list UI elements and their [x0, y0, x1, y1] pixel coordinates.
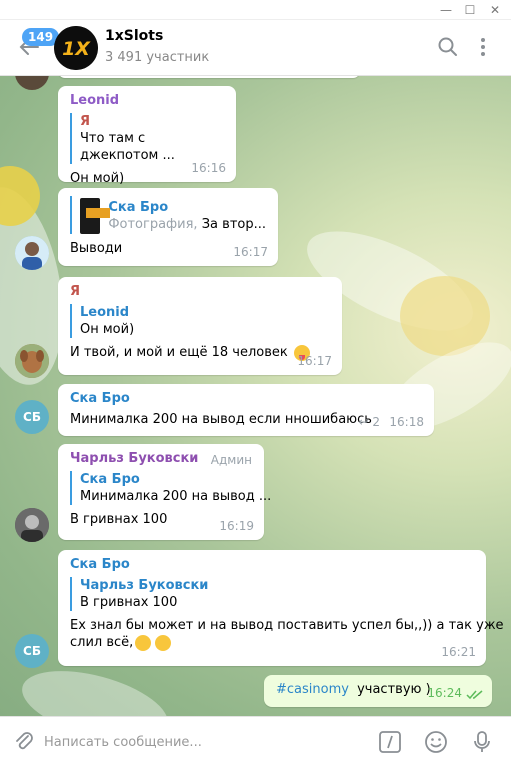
- message-sender[interactable]: Я: [70, 283, 330, 300]
- message-bubble[interactable]: Чарльз Буковски Админ Ска Бро Минималка …: [58, 444, 272, 540]
- person-avatar-icon: [15, 236, 49, 270]
- user-avatar[interactable]: [15, 508, 49, 542]
- reply-quote[interactable]: Leonid Он мой): [70, 304, 330, 338]
- reply-quote[interactable]: Чарльз Буковски В гривнах 100: [70, 577, 474, 611]
- channel-title[interactable]: 1xSlots: [105, 28, 163, 44]
- message-bubble[interactable]: Ска Бро Чарльз Буковски В гривнах 100 Ех…: [58, 550, 504, 666]
- outgoing-message-bubble[interactable]: #casinomy участвую ) 16:24: [264, 675, 492, 707]
- message-time: 16:17: [297, 354, 332, 368]
- chat-history[interactable]: Leonid Я Что там с джекпотом ... Он мой)…: [0, 76, 511, 716]
- message-bubble[interactable]: Leonid Я Что там с джекпотом ... Он мой)…: [58, 86, 236, 186]
- message-sender[interactable]: Leonid: [70, 92, 224, 109]
- user-avatar[interactable]: СБ: [15, 400, 49, 434]
- message-time: 16:24: [427, 686, 462, 700]
- message-text-line: слил всё,: [70, 635, 134, 650]
- reply-author: Ска Бро: [80, 472, 140, 487]
- sweat-smile-emoji-icon: [155, 634, 172, 651]
- message-sender[interactable]: Ска Бро: [70, 556, 474, 573]
- message-text-line: Ех знал бы может и на вывод поставить ус…: [70, 618, 504, 633]
- reply-author: Leonid: [80, 305, 130, 320]
- message-text: участвую ): [357, 682, 431, 697]
- replies-indicator[interactable]: ↩ 2: [358, 414, 380, 431]
- more-menu-icon[interactable]: [472, 36, 494, 58]
- emoji-smile-icon[interactable]: [424, 730, 448, 754]
- channel-avatar[interactable]: 1X: [54, 26, 98, 70]
- channel-logo-icon: 1X: [54, 26, 98, 70]
- message-time: 16:18: [389, 415, 424, 429]
- reply-arrow-icon: ↩: [358, 415, 369, 429]
- user-avatar[interactable]: СБ: [15, 634, 49, 668]
- close-window-button[interactable]: ✕: [485, 2, 505, 18]
- user-avatar[interactable]: [15, 236, 49, 270]
- message-bubble[interactable]: Я Leonid Он мой) И твой, и мой и ещё 18 …: [58, 277, 342, 375]
- dog-avatar-icon: [15, 344, 49, 378]
- message-composer: [0, 716, 511, 767]
- message-time: 16:16: [191, 161, 226, 175]
- reply-author: Я: [80, 114, 91, 129]
- reply-photo-thumbnail: [80, 198, 110, 234]
- reply-text: Он мой): [80, 322, 135, 337]
- reply-text: В гривнах 100: [80, 595, 178, 610]
- user-avatar[interactable]: [15, 76, 49, 90]
- read-checkmarks-icon: [466, 690, 483, 700]
- search-icon[interactable]: [437, 36, 459, 58]
- reply-author: Ска Бро: [108, 200, 169, 215]
- microphone-icon[interactable]: [470, 730, 494, 754]
- reply-quote[interactable]: Ска Бро Минималка 200 на вывод ...: [70, 471, 272, 505]
- channel-logo-text: 1X: [62, 38, 91, 60]
- reply-text: За втор...: [201, 217, 266, 232]
- reply-kind: Фотография,: [108, 217, 198, 232]
- reply-quote[interactable]: Ска Бро Фотография, За втор...: [70, 196, 266, 234]
- reply-text: Минималка 200 на вывод ...: [80, 489, 272, 504]
- minimize-button[interactable]: —: [436, 2, 456, 18]
- maximize-button[interactable]: ☐: [460, 2, 480, 18]
- window-titlebar: — ☐ ✕: [0, 0, 511, 20]
- message-bubble[interactable]: Ска Бро Минималка 200 на вывод если ннош…: [58, 384, 434, 436]
- message-time: 16:19: [219, 519, 254, 533]
- admin-badge: Админ: [210, 453, 252, 467]
- message-bubble-partial: [58, 76, 360, 78]
- member-count: 3 491 участник: [105, 50, 210, 65]
- user-avatar[interactable]: [15, 344, 49, 378]
- message-text: И твой, и мой и ещё 18 человек: [70, 345, 288, 360]
- bot-commands-icon[interactable]: [378, 730, 402, 754]
- message-bubble[interactable]: Ска Бро Фотография, За втор... Выводи 16…: [58, 188, 278, 266]
- message-time: 16:21: [441, 645, 476, 659]
- message-time: 16:17: [233, 245, 268, 259]
- message-input[interactable]: [44, 727, 364, 757]
- reply-author: Чарльз Буковски: [80, 578, 209, 593]
- reply-text: Что там с джекпотом ...: [80, 131, 175, 163]
- reply-count: 2: [372, 415, 380, 429]
- reply-quote[interactable]: Я Что там с джекпотом ...: [70, 113, 224, 164]
- chat-header: 149 1X 1xSlots 3 491 участник: [0, 20, 511, 76]
- person-photo-avatar-icon: [15, 508, 49, 542]
- attach-paperclip-icon[interactable]: [12, 730, 36, 754]
- hashtag-link[interactable]: #casinomy: [276, 682, 349, 697]
- sweat-smile-emoji-icon: [135, 634, 152, 651]
- message-sender[interactable]: Ска Бро: [70, 390, 422, 407]
